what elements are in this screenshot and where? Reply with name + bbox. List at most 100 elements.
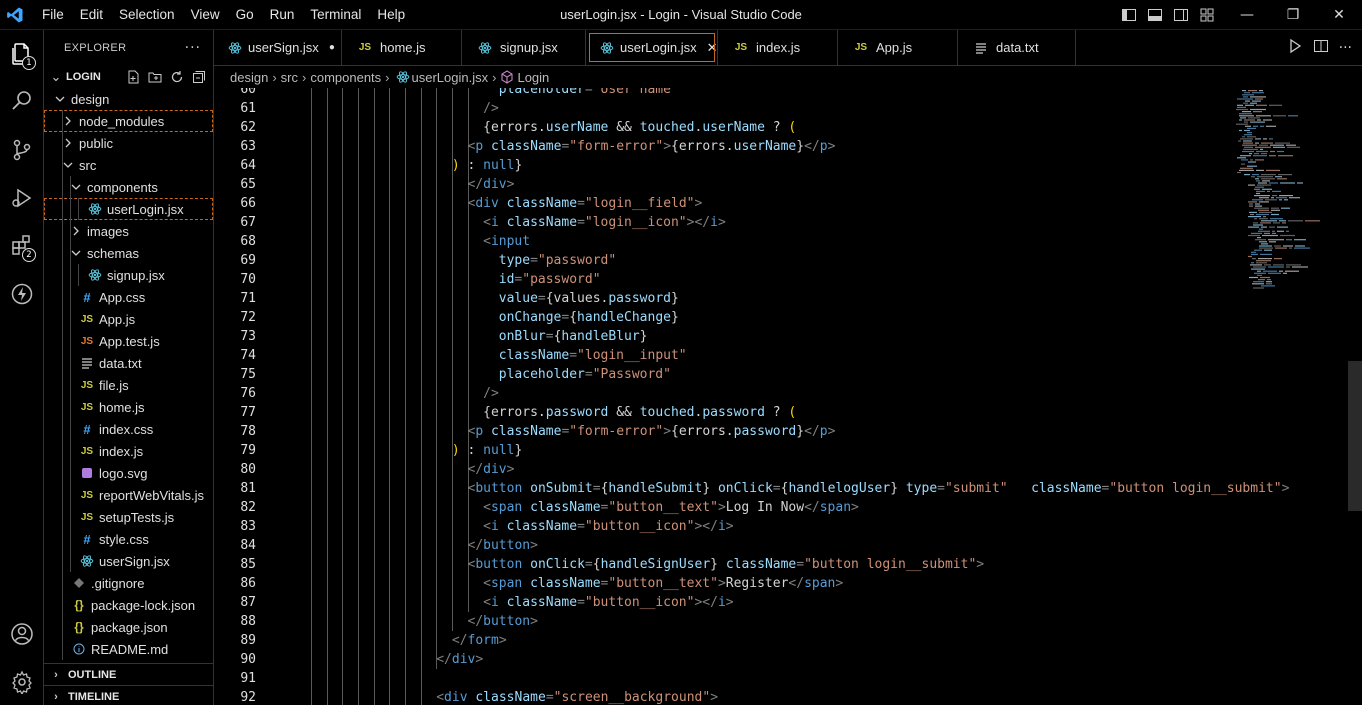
minimap-stroke bbox=[1255, 239, 1266, 241]
collapse-all-icon[interactable] bbox=[191, 69, 207, 85]
tree-file[interactable]: # style.css bbox=[44, 528, 213, 550]
breadcrumb-item[interactable]: src bbox=[281, 70, 298, 85]
code-line: id="password" bbox=[499, 270, 601, 289]
tree-file[interactable]: signup.jsx bbox=[44, 264, 213, 286]
tree-file[interactable]: JS index.js bbox=[44, 440, 213, 462]
more-actions-icon[interactable]: ··· bbox=[185, 40, 201, 56]
tree-file[interactable]: JS file.js bbox=[44, 374, 213, 396]
tree-folder[interactable]: design bbox=[44, 88, 213, 110]
scrollbar-thumb[interactable] bbox=[1348, 361, 1362, 511]
minimap-stroke bbox=[1266, 169, 1280, 171]
tree-file[interactable]: {} package.json bbox=[44, 616, 213, 638]
minimap-stroke bbox=[1256, 262, 1267, 264]
tab-app-js[interactable]: JS App.js bbox=[838, 30, 958, 65]
tab-home-js[interactable]: JS home.js bbox=[342, 30, 462, 65]
tree-folder[interactable]: public bbox=[44, 132, 213, 154]
run-file-icon[interactable] bbox=[1287, 38, 1303, 58]
minimap-stroke bbox=[1260, 253, 1272, 255]
customize-layout-icon[interactable] bbox=[1198, 0, 1216, 30]
workspace-root[interactable]: ⌄ LOGIN bbox=[44, 66, 213, 88]
menu-help[interactable]: Help bbox=[369, 0, 413, 30]
minimap-stroke bbox=[1261, 174, 1276, 176]
menu-edit[interactable]: Edit bbox=[72, 0, 111, 30]
code-token: < bbox=[436, 690, 445, 705]
tree-indent-guide bbox=[62, 572, 63, 594]
minimap-stroke bbox=[1288, 220, 1303, 222]
vertical-scrollbar[interactable] bbox=[1348, 88, 1362, 705]
toggle-primary-sidebar-icon[interactable] bbox=[1120, 0, 1138, 30]
close-button[interactable]: ✕ bbox=[1316, 0, 1362, 30]
minimap[interactable] bbox=[1234, 88, 1334, 308]
tab-index-js[interactable]: JS index.js bbox=[718, 30, 838, 65]
new-file-icon[interactable] bbox=[125, 69, 141, 85]
breadcrumb-item[interactable]: components bbox=[310, 70, 381, 85]
react-file-icon bbox=[86, 268, 104, 282]
tree-file[interactable]: JS App.test.js bbox=[44, 330, 213, 352]
code-token: span bbox=[490, 576, 523, 591]
tree-file[interactable]: userLogin.jsx bbox=[44, 198, 213, 220]
more-actions-icon[interactable]: ··· bbox=[1339, 40, 1352, 56]
tree-file[interactable]: # App.css bbox=[44, 286, 213, 308]
tree-folder[interactable]: images bbox=[44, 220, 213, 242]
code-token: < bbox=[483, 519, 491, 534]
unsaved-dot-icon[interactable]: ● bbox=[329, 42, 335, 53]
minimap-stroke bbox=[1252, 199, 1263, 201]
outline-section[interactable]: › OUTLINE bbox=[44, 663, 214, 685]
tree-folder[interactable]: src bbox=[44, 154, 213, 176]
minimap-stroke bbox=[1295, 245, 1305, 247]
toggle-secondary-sidebar-icon[interactable] bbox=[1172, 0, 1190, 30]
maximize-button[interactable]: ❐ bbox=[1270, 0, 1316, 30]
tree-file[interactable]: logo.svg bbox=[44, 462, 213, 484]
code-token: /> bbox=[483, 101, 499, 116]
tree-file[interactable]: {} package-lock.json bbox=[44, 594, 213, 616]
minimize-button[interactable]: — bbox=[1224, 0, 1270, 30]
tree-file[interactable]: data.txt bbox=[44, 352, 213, 374]
code-line: <div className="login__field"> bbox=[468, 194, 703, 213]
tab-usersign-jsx[interactable]: userSign.jsx ● bbox=[214, 30, 342, 65]
refresh-icon[interactable] bbox=[169, 69, 185, 85]
breadcrumb-item[interactable]: Login bbox=[517, 70, 549, 85]
tree-item-label: package-lock.json bbox=[91, 597, 196, 613]
toggle-panel-icon[interactable] bbox=[1146, 0, 1164, 30]
manage-gear-icon[interactable] bbox=[0, 660, 44, 704]
split-editor-icon[interactable] bbox=[1313, 38, 1329, 58]
code-token: div bbox=[475, 196, 499, 211]
tree-file[interactable]: # index.css bbox=[44, 418, 213, 440]
tree-file[interactable]: .gitignore bbox=[44, 572, 213, 594]
tree-file[interactable]: JS setupTests.js bbox=[44, 506, 213, 528]
code-line: ) : null} bbox=[452, 441, 522, 460]
new-folder-icon[interactable] bbox=[147, 69, 163, 85]
minimap-stroke bbox=[1243, 96, 1248, 98]
close-tab-icon[interactable]: ✕ bbox=[707, 40, 718, 56]
tree-file[interactable]: userSign.jsx bbox=[44, 550, 213, 572]
timeline-section[interactable]: › TIMELINE bbox=[44, 685, 214, 705]
tree-folder[interactable]: node_modules bbox=[44, 110, 213, 132]
tree-file[interactable]: JS App.js bbox=[44, 308, 213, 330]
run-debug-icon[interactable] bbox=[0, 176, 44, 220]
breadcrumb: design › src › components › userLogin.jsx › Logi… bbox=[214, 66, 1362, 88]
tree-file[interactable]: JS reportWebVitals.js bbox=[44, 484, 213, 506]
menu-file[interactable]: File bbox=[34, 0, 72, 30]
tab-signup-jsx[interactable]: signup.jsx bbox=[462, 30, 586, 65]
menu-go[interactable]: Go bbox=[228, 0, 262, 30]
menu-run[interactable]: Run bbox=[262, 0, 303, 30]
tab-data-txt[interactable]: data.txt bbox=[958, 30, 1076, 65]
extensions-icon[interactable]: 2 bbox=[0, 224, 44, 268]
menu-selection[interactable]: Selection bbox=[111, 0, 183, 30]
menu-terminal[interactable]: Terminal bbox=[302, 0, 369, 30]
tree-file[interactable]: JS home.js bbox=[44, 396, 213, 418]
tree-folder[interactable]: schemas bbox=[44, 242, 213, 264]
tree-file[interactable]: README.md bbox=[44, 638, 213, 660]
search-icon[interactable] bbox=[0, 79, 44, 123]
line-number: 76 bbox=[240, 386, 256, 401]
accounts-icon[interactable] bbox=[0, 612, 44, 656]
thunder-client-icon[interactable] bbox=[0, 272, 44, 316]
tab-userlogin-jsx[interactable]: userLogin.jsx ✕ bbox=[586, 30, 718, 65]
breadcrumb-item[interactable]: design bbox=[230, 70, 268, 85]
code-editor[interactable]: 60 61 62 63 64 65 66 67 68 69 70 71 72 73 74 75 76 77 78 79… bbox=[214, 88, 1362, 705]
menu-view[interactable]: View bbox=[183, 0, 228, 30]
tree-folder[interactable]: components bbox=[44, 176, 213, 198]
source-control-icon[interactable] bbox=[0, 128, 44, 172]
explorer-icon[interactable]: 1 bbox=[0, 32, 44, 76]
breadcrumb-item[interactable]: userLogin.jsx bbox=[412, 70, 489, 85]
